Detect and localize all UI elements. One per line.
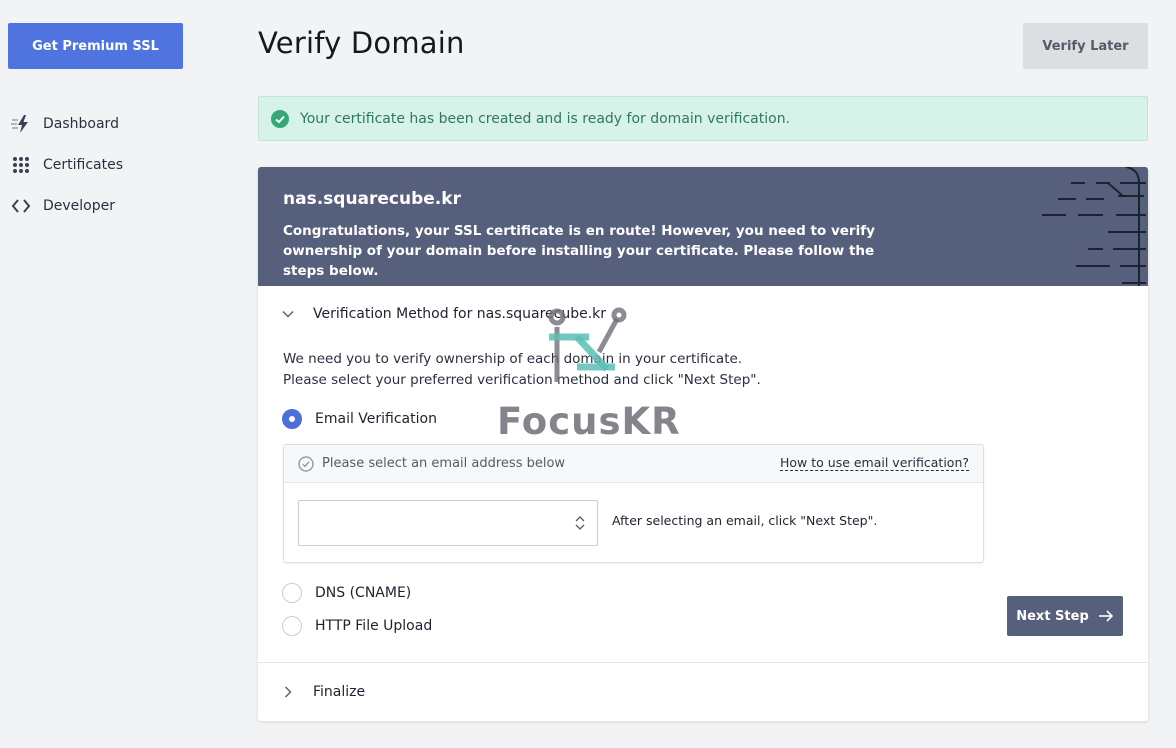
instructions-line: We need you to verify ownership of each … [283,351,743,367]
email-select[interactable] [298,500,598,546]
radio-label: HTTP File Upload [315,618,433,634]
radio-label: DNS (CNAME) [315,585,412,601]
banner-message: Congratulations, your SSL certificate is… [283,223,875,279]
verify-later-button[interactable]: Verify Later [1023,23,1148,69]
radio-email-verification[interactable]: Email Verification [282,409,437,429]
radio-button[interactable] [282,583,302,603]
sidebar-item-label: Dashboard [43,115,119,132]
radio-button[interactable] [282,616,302,636]
domain-name: nas.squarecube.kr [283,189,461,209]
alert-message: Your certificate has been created and is… [300,110,791,127]
chevron-down-icon [282,311,294,318]
success-alert: Your certificate has been created and is… [258,96,1148,141]
code-brackets-icon [10,195,32,217]
email-help-link[interactable]: How to use email verification? [780,455,969,471]
grid-dots-icon [10,154,32,176]
verification-card: nas.squarecube.kr Congratulations, your … [258,167,1148,721]
check-circle-icon [271,109,289,128]
instructions-line: Please select your preferred verificatio… [283,372,761,388]
page-title: Verify Domain [258,26,465,60]
arrow-right-icon [1098,610,1113,622]
finalize-accordion[interactable]: Finalize [258,663,1148,721]
sidebar-nav: Dashboard Certificates Developer [10,103,123,226]
check-circle-outline-icon [298,455,314,472]
radio-dns-cname[interactable]: DNS (CNAME) [282,583,411,603]
decorative-lines-illustration-right [1120,182,1146,284]
next-step-button[interactable]: Next Step [1007,596,1123,636]
chevron-right-icon [285,686,292,698]
select-arrows-icon [575,516,585,530]
next-step-label: Next Step [1016,608,1089,624]
verification-method-accordion[interactable]: Verification Method for nas.squarecube.k… [258,286,1148,342]
section-title: Verification Method for nas.squarecube.k… [313,306,607,322]
email-note: After selecting an email, click "Next St… [612,513,878,528]
radio-http-file-upload[interactable]: HTTP File Upload [282,616,432,636]
sidebar-item-developer[interactable]: Developer [10,185,123,226]
get-premium-ssl-button[interactable]: Get Premium SSL [8,23,183,69]
sidebar-item-certificates[interactable]: Certificates [10,144,123,185]
section-title: Finalize [313,684,366,700]
radio-label: Email Verification [315,411,437,427]
sidebar-item-label: Developer [43,197,116,214]
domain-banner: nas.squarecube.kr Congratulations, your … [258,167,1148,286]
radio-button-selected[interactable] [282,409,302,429]
sidebar-item-label: Certificates [43,156,124,173]
instructions: We need you to verify ownership of each … [283,349,761,391]
lightning-icon [10,113,32,135]
email-panel-heading: Please select an email address below [322,456,566,471]
email-panel-header: Please select an email address below How… [284,445,983,483]
email-verification-panel: Please select an email address below How… [283,444,984,563]
sidebar-item-dashboard[interactable]: Dashboard [10,103,123,144]
